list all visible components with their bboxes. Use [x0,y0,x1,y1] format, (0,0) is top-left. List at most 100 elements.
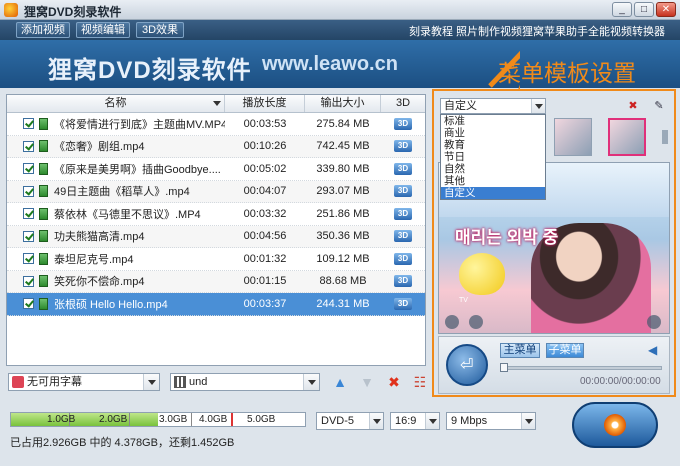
banner-title: 狸窝DVD刻录软件 [48,57,252,84]
row-3d-cell: 3D [381,207,425,220]
3d-badge-icon[interactable]: 3D [394,140,412,153]
row-name-cell: 《将爱情进行到底》主题曲MV.MP4 [7,116,225,132]
col-3d[interactable]: 3D [381,95,425,112]
chevron-down-icon[interactable] [303,374,319,390]
sub-menu-button[interactable]: 子菜单 [546,343,584,358]
row-checkbox[interactable] [23,208,34,220]
main-menu-button[interactable]: 主菜单 [500,343,540,358]
3d-effect-button[interactable]: 3D效果 [136,22,184,38]
row-checkbox[interactable] [23,275,34,287]
template-option[interactable]: 自定义 [441,187,545,199]
chevron-down-icon[interactable] [521,413,535,429]
row-checkbox[interactable] [23,185,34,197]
table-row[interactable]: 蔡依林《马德里不思议》.MP4 00:03:32 251.86 MB 3D [7,203,425,226]
col-name[interactable]: 名称 [7,95,225,112]
row-size: 742.45 MB [316,140,370,153]
scroll-right-icon[interactable] [662,130,668,144]
row-name-cell: 《原来是美男啊》插曲Goodbye.... [7,161,225,177]
burn-button[interactable] [572,402,658,448]
video-file-icon [39,230,48,243]
3d-badge-icon[interactable]: 3D [394,275,412,288]
chevron-down-icon[interactable] [531,99,545,113]
annotation-label: 菜单模板设置 [498,61,636,87]
move-down-icon[interactable]: ▼ [359,374,375,390]
3d-badge-icon[interactable]: 3D [394,252,412,265]
3d-badge-icon[interactable]: 3D [394,230,412,243]
app-logo-icon [4,3,18,17]
maximize-button[interactable]: □ [634,2,654,17]
row-duration: 00:01:15 [243,275,287,288]
add-video-button[interactable]: 添加视频 [16,22,70,38]
chevron-down-icon[interactable] [425,413,439,429]
audio-track-select[interactable]: und [170,373,320,391]
file-list[interactable]: 名称 播放长度 输出大小 3D 《将爱情进行到底》主题曲MV.MP4 00:03:… [6,94,426,366]
apple-assistant-link[interactable]: 狸窝苹果助手 [522,23,588,39]
3d-badge-icon[interactable]: 3D [394,297,412,310]
row-checkbox[interactable] [23,163,34,175]
prev-page-icon[interactable] [445,315,459,329]
table-row[interactable]: 《将爱情进行到底》主题曲MV.MP4 00:03:53 275.84 MB 3D [7,113,425,136]
volume-icon[interactable]: ◀ [648,344,662,356]
row-checkbox[interactable] [23,230,34,242]
burn-tutorial-link[interactable]: 刻录教程 [409,23,453,39]
photo-video-link[interactable]: 照片制作视频 [456,23,522,39]
col-duration[interactable]: 播放长度 [225,95,305,112]
capacity-tick [191,413,192,426]
row-3d-cell: 3D [381,117,425,130]
edit-template-icon[interactable]: ✎ [652,100,666,112]
template-option[interactable]: 其他 [441,175,545,187]
move-up-icon[interactable]: ▲ [332,374,348,390]
row-duration: 00:03:32 [243,207,287,220]
row-checkbox[interactable] [23,140,34,152]
row-duration: 00:10:26 [243,140,287,153]
table-row[interactable]: 泰坦尼克号.mp4 00:01:32 109.12 MB 3D [7,248,425,271]
chevron-down-icon[interactable] [369,413,383,429]
delete-template-icon[interactable]: ✖ [626,100,640,112]
sort-arrow-icon[interactable] [213,101,221,106]
row-name-cell: 《恋奢》剧组.mp4 [7,138,225,154]
3d-badge-icon[interactable]: 3D [394,207,412,220]
aspect-ratio-value: 16:9 [395,415,417,427]
template-select[interactable]: 自定义 [440,98,546,114]
3d-badge-icon[interactable]: 3D [394,185,412,198]
table-row[interactable]: 笑死你不偿命.mp4 00:01:15 88.68 MB 3D [7,270,425,293]
3d-badge-icon[interactable]: 3D [394,162,412,175]
clear-list-icon[interactable]: ☷ [412,374,428,390]
table-row[interactable]: 《原来是美男啊》插曲Goodbye.... 00:05:02 339.80 MB 3D [7,158,425,181]
bitrate-select[interactable]: 9 Mbps [446,412,536,430]
3d-badge-icon[interactable]: 3D [394,117,412,130]
video-converter-link[interactable]: 全能视频转换器 [588,23,665,39]
disc-type-select[interactable]: DVD-5 [316,412,384,430]
template-dropdown-list[interactable]: 标准 商业 教育 节日 自然 其他 自定义 [440,114,546,200]
capacity-tick-label: 4.0GB [199,414,228,425]
template-option[interactable]: 教育 [441,139,545,151]
minimize-button[interactable]: _ [612,2,632,17]
play-icon[interactable] [647,315,661,329]
seek-bar[interactable] [500,366,662,370]
video-file-icon [39,140,48,153]
row-checkbox[interactable] [23,118,34,130]
row-duration: 00:01:32 [243,252,287,265]
template-thumbnail[interactable] [554,118,592,156]
template-option[interactable]: 商业 [441,127,545,139]
col-size[interactable]: 输出大小 [305,95,381,112]
template-option[interactable]: 标准 [441,115,545,127]
delete-icon[interactable]: ✖ [386,374,402,390]
template-option[interactable]: 自然 [441,163,545,175]
seek-knob[interactable] [500,363,508,372]
table-row[interactable]: 49日主题曲《稻草人》.mp4 00:04:07 293.07 MB 3D [7,180,425,203]
close-button[interactable]: ✕ [656,2,676,17]
subtitle-select[interactable]: 无可用字幕 [8,373,160,391]
chevron-down-icon[interactable] [143,374,159,390]
edit-video-button[interactable]: 视频编辑 [76,22,130,38]
next-page-icon[interactable] [469,315,483,329]
table-row[interactable]: 《恋奢》剧组.mp4 00:10:26 742.45 MB 3D [7,135,425,158]
table-row[interactable]: 张根硕 Hello Hello.mp4 00:03:37 244.31 MB 3D [7,293,425,316]
template-option[interactable]: 节日 [441,151,545,163]
row-checkbox[interactable] [23,298,34,310]
template-thumbnail[interactable] [608,118,646,156]
aspect-ratio-select[interactable]: 16:9 [390,412,440,430]
table-row[interactable]: 功夫熊猫高清.mp4 00:04:56 350.36 MB 3D [7,225,425,248]
row-checkbox[interactable] [23,253,34,265]
navigation-joystick-icon[interactable] [446,344,488,386]
